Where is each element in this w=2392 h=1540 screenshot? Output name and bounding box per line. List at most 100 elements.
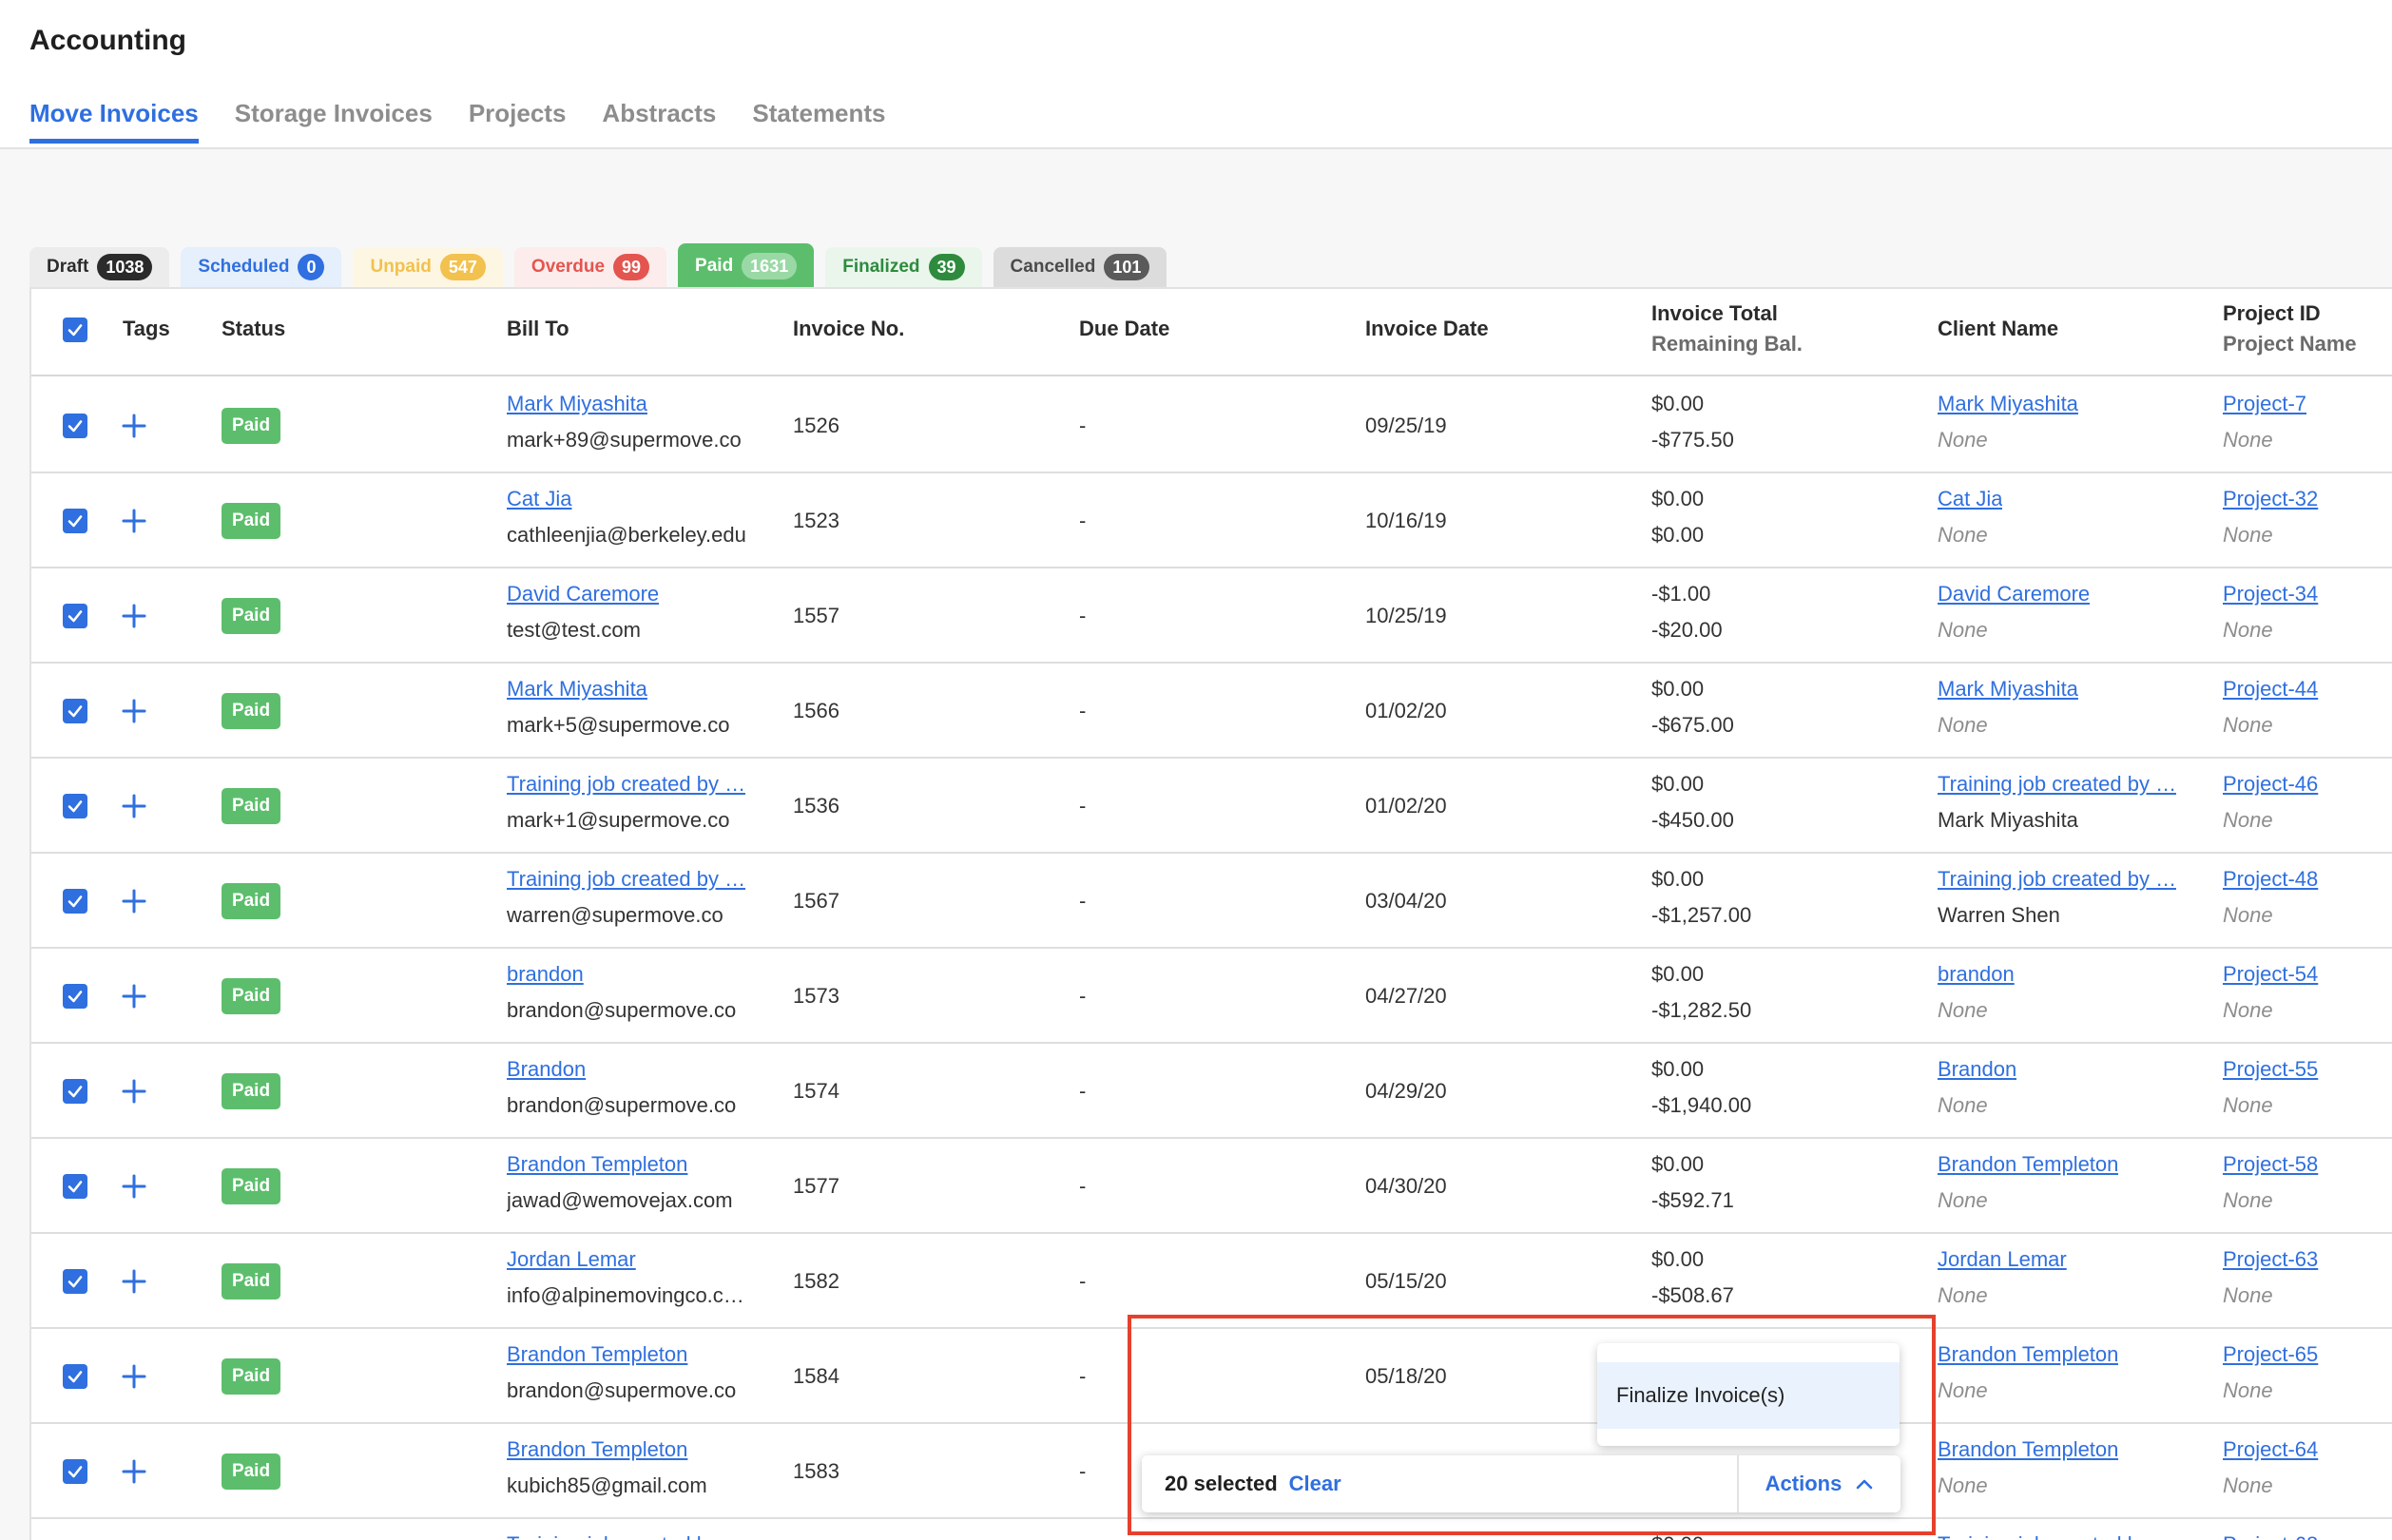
invoice-date: 05/18/20	[1365, 1364, 1447, 1388]
client-name-line1[interactable]: Mark Miyashita	[1938, 671, 2078, 707]
row-checkbox[interactable]	[63, 889, 87, 914]
add-tag-plus-icon[interactable]	[122, 984, 146, 1009]
checkmark-icon	[68, 610, 83, 623]
bill-to-line1[interactable]: Brandon Templeton	[507, 1432, 707, 1468]
bill-to-line1[interactable]: brandon	[507, 956, 736, 992]
row-checkbox[interactable]	[63, 1364, 87, 1389]
add-tag-plus-icon[interactable]	[122, 1269, 146, 1294]
add-tag-plus-icon[interactable]	[122, 1364, 146, 1389]
row-checkbox[interactable]	[63, 699, 87, 723]
bill-to-line1[interactable]: Training job created by …	[507, 861, 745, 897]
tab-move-invoices[interactable]: Move Invoices	[29, 99, 199, 144]
client-name-line1[interactable]: Brandon Templeton	[1938, 1146, 2118, 1183]
add-tag-plus-icon[interactable]	[122, 509, 146, 533]
client-name-line1[interactable]: Jordan Lemar	[1938, 1242, 2067, 1278]
invoice-total-line2: -$450.00	[1651, 808, 1734, 832]
row-checkbox[interactable]	[63, 1269, 87, 1294]
project-line1[interactable]: Project-55	[2223, 1051, 2318, 1088]
status-tab-cancelled[interactable]: Cancelled 101	[993, 247, 1167, 287]
invoice-date: 10/25/19	[1365, 604, 1447, 627]
add-tag-plus-icon[interactable]	[122, 1459, 146, 1484]
client-name-line1[interactable]: Training job created by …	[1938, 766, 2176, 802]
finalize-invoices-menu-item[interactable]: Finalize Invoice(s)	[1597, 1362, 1900, 1429]
client-name-line2: Mark Miyashita	[1938, 808, 2078, 832]
tab-statements[interactable]: Statements	[752, 99, 885, 144]
bill-to-line1[interactable]: Training job created by …	[507, 766, 745, 802]
tab-abstracts[interactable]: Abstracts	[602, 99, 716, 144]
actions-button[interactable]: Actions	[1737, 1455, 1900, 1512]
project-line1[interactable]: Project-65	[2223, 1337, 2318, 1373]
due-date: -	[1079, 1269, 1087, 1293]
column-header-project-id: Project ID	[2223, 301, 2321, 325]
bill-to: Mark Miyashita mark+89@supermove.co	[507, 386, 742, 458]
bill-to-line1[interactable]: Brandon	[507, 1051, 736, 1088]
project-line1[interactable]: Project-44	[2223, 671, 2318, 707]
row-checkbox[interactable]	[63, 604, 87, 628]
bill-to-line2: test@test.com	[507, 618, 641, 642]
client-name-line1[interactable]: Mark Miyashita	[1938, 386, 2078, 422]
row-checkbox[interactable]	[63, 984, 87, 1009]
client-name-line1[interactable]: Brandon Templeton	[1938, 1337, 2118, 1373]
due-date: -	[1079, 1364, 1087, 1388]
bill-to: Cat Jia cathleenjia@berkeley.edu	[507, 481, 746, 553]
status-tab-finalized[interactable]: Finalized 39	[825, 247, 982, 287]
row-checkbox[interactable]	[63, 794, 87, 818]
bill-to-line1[interactable]: David Caremore	[507, 576, 659, 612]
clear-selection-button[interactable]: Clear	[1289, 1472, 1341, 1496]
row-checkbox[interactable]	[63, 1459, 87, 1484]
row-checkbox[interactable]	[63, 1174, 87, 1199]
add-tag-plus-icon[interactable]	[122, 1079, 146, 1104]
project: Project-44 None	[2223, 671, 2318, 743]
status-tab-paid[interactable]: Paid 1631	[678, 243, 815, 289]
add-tag-plus-icon[interactable]	[122, 414, 146, 438]
project-line1[interactable]: Project-64	[2223, 1432, 2318, 1468]
row-checkbox[interactable]	[63, 1079, 87, 1104]
invoice-date: 04/29/20	[1365, 1079, 1447, 1103]
bill-to-line1[interactable]: Brandon Templeton	[507, 1146, 733, 1183]
bill-to-line1[interactable]: Training job created by …	[507, 1527, 745, 1540]
invoice-number: 1574	[793, 1079, 839, 1103]
invoice-number: 1523	[793, 509, 839, 532]
select-all-checkbox[interactable]	[63, 318, 87, 342]
client-name-line1[interactable]: Brandon Templeton	[1938, 1432, 2118, 1468]
project-line1[interactable]: Project-48	[2223, 861, 2318, 897]
client-name-line1[interactable]: brandon	[1938, 956, 2015, 992]
add-tag-plus-icon[interactable]	[122, 889, 146, 914]
add-tag-plus-icon[interactable]	[122, 699, 146, 723]
project-line1[interactable]: Project-58	[2223, 1146, 2318, 1183]
table-row: Paid Training job created by … warren@supe…	[31, 854, 2392, 949]
invoice-total-line2: -$592.71	[1651, 1188, 1734, 1212]
status-tab-draft[interactable]: Draft 1038	[29, 247, 170, 287]
bill-to-line1[interactable]: Mark Miyashita	[507, 671, 729, 707]
client-name-line1[interactable]: Cat Jia	[1938, 481, 2002, 517]
invoice-total: $0.00	[1651, 1527, 1704, 1540]
add-tag-plus-icon[interactable]	[122, 604, 146, 628]
add-tag-plus-icon[interactable]	[122, 1174, 146, 1199]
bill-to-line1[interactable]: Jordan Lemar	[507, 1242, 744, 1278]
status-tab-overdue[interactable]: Overdue 99	[513, 247, 667, 287]
client-name-line1[interactable]: David Caremore	[1938, 576, 2090, 612]
tab-projects[interactable]: Projects	[469, 99, 567, 144]
project-line1[interactable]: Project-63	[2223, 1242, 2318, 1278]
project-line1[interactable]: Project-32	[2223, 481, 2318, 517]
row-checkbox[interactable]	[63, 414, 87, 438]
add-tag-plus-icon[interactable]	[122, 794, 146, 818]
project-line1[interactable]: Project-34	[2223, 576, 2318, 612]
invoice-total: $0.00 -$1,282.50	[1651, 956, 1751, 1029]
project-line1[interactable]: Project-68	[2223, 1527, 2318, 1540]
project-line1[interactable]: Project-54	[2223, 956, 2318, 992]
tab-storage-invoices[interactable]: Storage Invoices	[235, 99, 433, 144]
row-checkbox[interactable]	[63, 509, 87, 533]
project-line1[interactable]: Project-7	[2223, 386, 2306, 422]
project-line2: None	[2223, 523, 2273, 547]
client-name-line1[interactable]: Training job created by …	[1938, 1527, 2176, 1540]
status-tab-scheduled[interactable]: Scheduled 0	[181, 247, 342, 287]
bill-to-line1[interactable]: Mark Miyashita	[507, 386, 742, 422]
status-tab-unpaid[interactable]: Unpaid 547	[353, 247, 503, 287]
client-name-line1[interactable]: Brandon	[1938, 1051, 2016, 1088]
client-name-line1[interactable]: Training job created by …	[1938, 861, 2176, 897]
bill-to-line1[interactable]: Brandon Templeton	[507, 1337, 736, 1373]
invoice-number: 1526	[793, 414, 839, 437]
project-line1[interactable]: Project-46	[2223, 766, 2318, 802]
bill-to-line1[interactable]: Cat Jia	[507, 481, 746, 517]
